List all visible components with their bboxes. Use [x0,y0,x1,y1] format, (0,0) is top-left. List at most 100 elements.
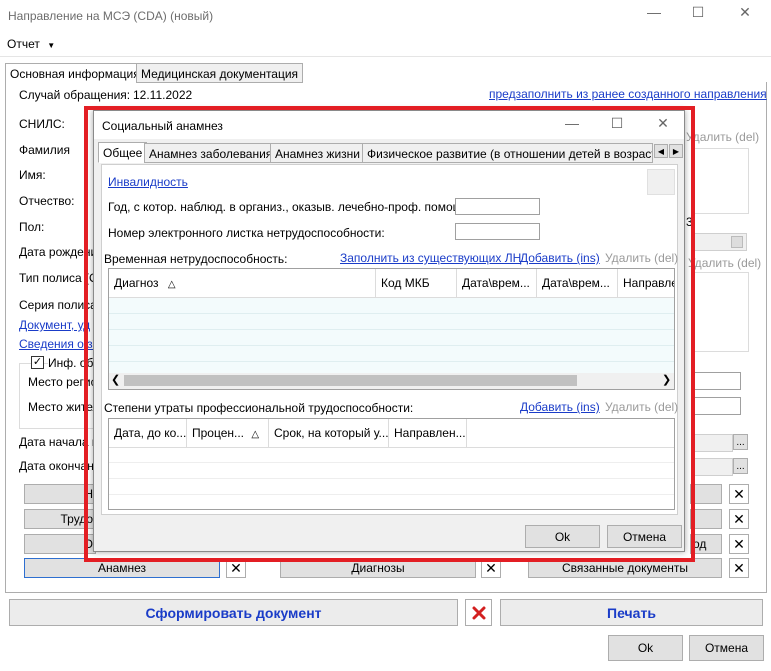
code-partial: 3 [686,215,693,229]
end-date-ellipsis[interactable]: ... [733,458,748,474]
btn-partial-1[interactable]: Н [24,484,96,504]
btn-partial-2[interactable]: Трудо [24,509,96,529]
remove-link-right-1-text: Удалить (del) [686,130,760,144]
inf-checkbox-label: Инф. об [48,356,94,370]
grid2-body [109,447,674,509]
prefill-link[interactable]: предзаполнить из ранее созданного направ… [489,87,767,101]
add-ins-link-2[interactable]: Добавить (ins) [520,400,600,414]
right-field-3 [693,372,741,390]
scroll-right-icon[interactable]: ❯ [662,373,671,386]
remove-del-link: Удалить (del) [605,251,679,265]
tab-scroll-right[interactable]: ▶ [669,144,683,158]
delete-x-icon[interactable]: ✕ [481,558,501,578]
sex-label: Пол: [19,220,45,234]
fill-from-ln-link[interactable]: Заполнить из существующих ЛН [340,251,521,265]
disability-link[interactable]: Инвалидность [108,175,188,189]
ok-button[interactable]: Ok [608,635,683,661]
column-header-diagnosis[interactable]: Диагноз △ [109,269,376,297]
column-header-label: Диагноз [114,276,159,290]
temp-disability-label: Временная нетрудоспособность: [104,252,288,266]
tab-medical-docs[interactable]: Медицинская документация [136,63,304,83]
column-header-percent[interactable]: Процен... △ [187,419,269,447]
info-link[interactable]: Сведения о за [19,337,99,351]
delete-x-icon[interactable]: ✕ [729,509,749,529]
year-input[interactable] [455,198,540,215]
remove-del-link-2: Удалить (del) [605,400,679,414]
year-label: Год, с котор. наблюд. в организ., оказыв… [108,200,473,214]
column-header-direction[interactable]: Направлен [618,269,674,297]
scroll-left-icon[interactable]: ❮ [111,373,120,386]
case-date: 12.11.2022 [133,88,193,102]
tab-disease-anamnesis[interactable]: Анамнез заболевания [144,143,278,163]
btn-right-partial-2[interactable] [690,509,722,529]
scrollbar-thumb[interactable] [124,375,577,386]
column-header-term[interactable]: Срок, на который у... [269,419,389,447]
column-header-label: Процен... [192,426,245,440]
sort-asc-icon: △ [251,429,260,440]
column-header-direction-2[interactable]: Направлен... [389,419,467,447]
remove-link-right-2[interactable]: Удалить (del) [688,256,761,270]
close-icon[interactable]: ✕ [653,115,673,132]
right-disabled-field-btn [731,236,743,248]
menu-divider [0,56,771,57]
diagnoses-button[interactable]: Диагнозы [280,558,476,578]
name-label: Имя: [19,168,46,182]
patronymic-label: Отчество: [19,194,75,208]
delete-x-icon[interactable]: ✕ [226,558,246,578]
tab-life-anamnesis[interactable]: Анамнез жизни [270,143,365,163]
remove-link-right-1[interactable]: Удалить (del) [686,130,759,144]
menu-report[interactable]: Отчет ▼ [7,37,55,51]
chevron-down-icon: ▼ [47,41,56,50]
column-header-date-2[interactable]: Дата\врем... [537,269,618,297]
column-header-date-1[interactable]: Дата\врем... [457,269,537,297]
dialog-cancel-button[interactable]: Отмена [607,525,682,548]
end-date-field[interactable] [693,458,733,476]
maximize-icon[interactable]: ☐ [688,4,708,21]
reg-place-label: Место регист [28,375,103,389]
delete-x-icon[interactable]: ✕ [729,558,749,578]
sort-asc-icon: △ [167,279,176,290]
related-docs-button[interactable]: Связанные документы [528,558,722,578]
btn-partial-3[interactable]: О [24,534,96,554]
document-link[interactable]: Документ, уд [19,318,90,332]
case-label: Случай обращения: [19,88,131,102]
start-date-field[interactable] [693,434,733,452]
delete-x-icon[interactable]: ✕ [729,534,749,554]
grid-body [109,297,674,373]
snils-label: СНИЛС: [19,117,65,131]
tab-scroll-left[interactable]: ◀ [654,144,668,158]
temp-disability-grid[interactable]: Диагноз △ Код МКБ Дата\врем... Дата\врем… [108,268,675,390]
end-date-label: Дата окончани [19,459,101,473]
start-date-ellipsis[interactable]: ... [733,434,748,450]
right-field-2 [693,272,749,352]
close-icon[interactable]: ✕ [735,4,755,21]
column-header-date-until[interactable]: Дата, до ко... [109,419,187,447]
form-document-button[interactable]: Сформировать документ [9,599,458,626]
social-anamnesis-dialog: Социальный анамнез — ☐ ✕ Общее Анамнез з… [93,110,685,552]
delete-doc-icon[interactable] [465,599,492,626]
cancel-button[interactable]: Отмена [689,635,764,661]
tab-physical-development[interactable]: Физическое развитие (в отношении детей в… [362,143,653,163]
minimize-icon[interactable]: — [562,115,582,131]
btn-right-partial-1[interactable] [690,484,722,504]
dialog-ok-button[interactable]: Ok [525,525,600,548]
menu-report-label: Отчет [7,37,40,51]
maximize-icon[interactable]: ☐ [607,115,627,132]
eln-input[interactable] [455,223,540,240]
delete-x-icon[interactable]: ✕ [729,484,749,504]
surname-label: Фамилия [19,143,70,157]
tab-general[interactable]: Общее [98,142,148,163]
work-capacity-loss-grid[interactable]: Дата, до ко... Процен... △ Срок, на кото… [108,418,675,510]
start-date-label: Дата начала к [19,435,98,449]
add-ins-link[interactable]: Добавить (ins) [520,251,600,265]
anamnesis-button[interactable]: Анамнез [24,558,220,578]
loss-label: Степени утраты профессиональной трудоспо… [104,401,414,415]
print-button[interactable]: Печать [500,599,763,626]
inf-checkbox[interactable]: ✓ [31,356,44,369]
column-header-mkb[interactable]: Код МКБ [376,269,457,297]
btn-right-partial-3[interactable]: од [690,534,722,554]
minimize-icon[interactable]: — [644,4,664,20]
right-field-1 [693,148,749,214]
tab-main-info[interactable]: Основная информация [5,63,145,83]
horizontal-scrollbar[interactable]: ❮ ❯ [109,373,674,389]
